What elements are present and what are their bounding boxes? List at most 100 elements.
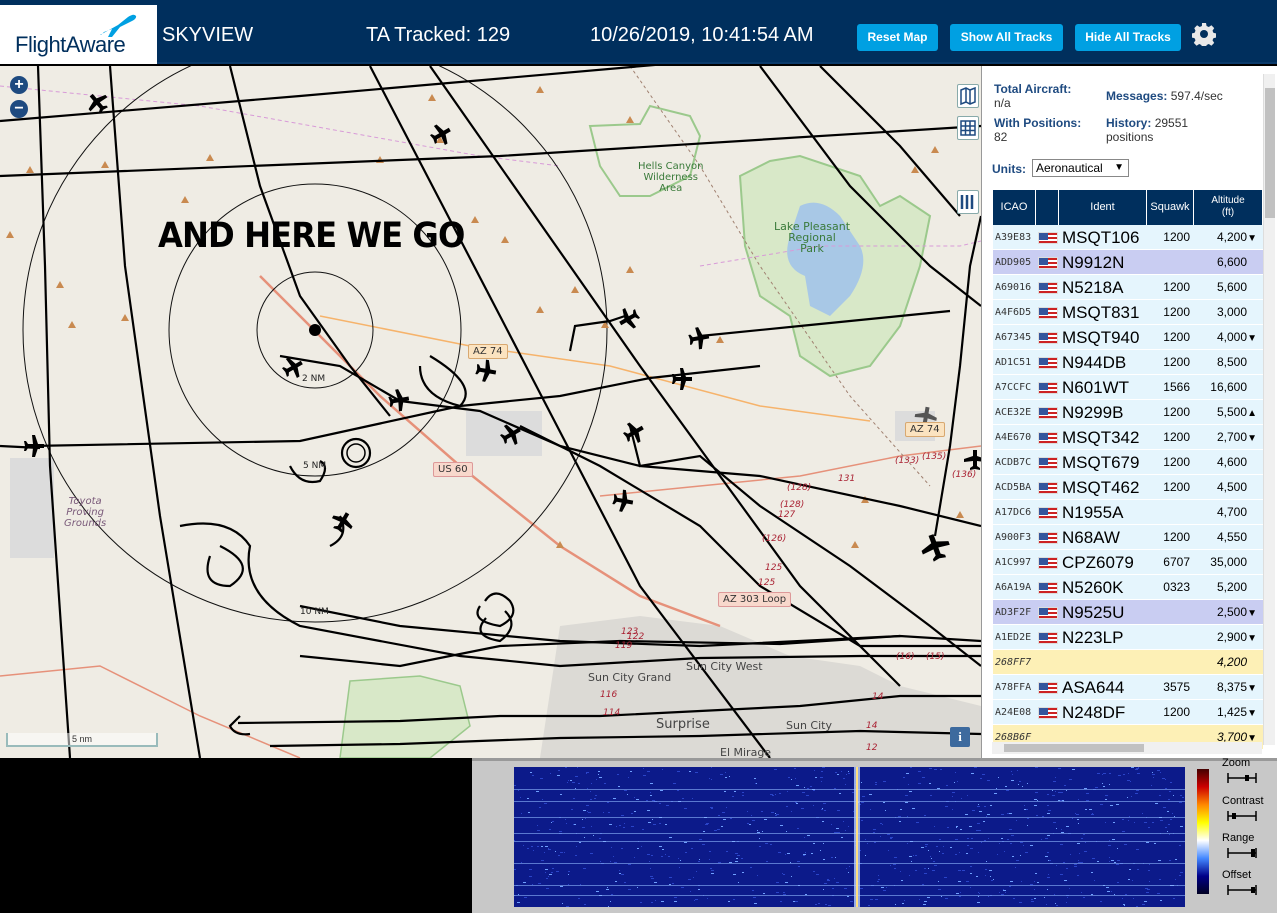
ident-cell: N9299B (1062, 403, 1124, 422)
table-row[interactable]: A1C997 CPZ6079 6707 35,000 (993, 550, 1263, 575)
squawk-cell: 1200 (1163, 530, 1190, 544)
ident-cell: N944DB (1062, 353, 1127, 372)
scroll-thumb[interactable] (1265, 88, 1275, 218)
table-row[interactable]: A1ED2E N223LP 2,900▼ (993, 625, 1263, 650)
units-select[interactable]: Aeronautical ▼ (1032, 159, 1129, 177)
squawk-cell: 1200 (1163, 430, 1190, 444)
table-row[interactable]: A78FFA ASA644 3575 8,375▼ (993, 675, 1263, 700)
squawk-cell: 1200 (1163, 705, 1190, 719)
table-row[interactable]: A67345 MSQT940 1200 4,000▼ (993, 325, 1263, 350)
table-row[interactable]: ACDB7C MSQT679 1200 4,600 (993, 450, 1263, 475)
us-flag-icon (1038, 457, 1058, 469)
table-row[interactable]: A24E08 N248DF 1200 1,425▼ (993, 700, 1263, 725)
map-layers-button[interactable] (957, 84, 979, 108)
table-row[interactable]: A7CCFC N601WT 1566 16,600 (993, 375, 1263, 400)
shield-az74: AZ 74 (468, 344, 508, 359)
ident-cell: N223LP (1062, 628, 1124, 647)
sdr-spectrum-panel: Zoom Contrast Range Offset (472, 757, 1277, 913)
squawk-cell: 1200 (1163, 280, 1190, 294)
table-row[interactable]: AD1C51 N944DB 1200 8,500 (993, 350, 1263, 375)
altitude-trend-icon: ▼ (1247, 708, 1257, 719)
icao-cell: A24E08 (995, 707, 1032, 718)
squawk-cell: 1200 (1163, 355, 1190, 369)
us-flag-icon (1038, 257, 1058, 269)
squawk-cell (1150, 250, 1190, 275)
col-flag[interactable] (1036, 190, 1059, 225)
contrast-label: Contrast (1222, 795, 1264, 807)
info-button[interactable]: i (950, 727, 970, 747)
grid-toggle-button[interactable] (957, 116, 979, 140)
table-row[interactable]: A900F3 N68AW 1200 4,550 (993, 525, 1263, 550)
reset-map-button[interactable]: Reset Map (857, 24, 938, 51)
range-slider[interactable] (1227, 848, 1257, 858)
altitude-trend-icon: ▼ (1247, 633, 1257, 644)
altitude-cell: 4,600 (1216, 455, 1247, 469)
dropdown-arrow-icon: ▼ (1114, 162, 1124, 173)
col-icao[interactable]: ICAO (993, 190, 1036, 225)
us-flag-icon (1038, 407, 1058, 419)
altitude-cell: 2,500▼ (1191, 600, 1257, 625)
gear-icon[interactable] (1192, 22, 1216, 46)
zoom-in-button[interactable]: + (10, 76, 28, 94)
stat-label: With Positions: (994, 116, 1082, 130)
icao-cell: A1C997 (995, 557, 1032, 568)
horizontal-scrollbar[interactable] (992, 742, 1262, 754)
stat-history: History: 29551 positions (1106, 116, 1188, 144)
squawk-cell: 3575 (1163, 680, 1190, 694)
squawk-cell (1150, 500, 1190, 525)
table-row[interactable]: AD3F2F N9525U 2,500▼ (993, 600, 1263, 625)
waterfall-display[interactable] (514, 767, 1185, 907)
table-row[interactable]: A6A19A N5260K 0323 5,200 (993, 575, 1263, 600)
map-icon (960, 86, 976, 106)
table-row[interactable]: A4F6D5 MSQT831 1200 3,000 (993, 300, 1263, 325)
map-view[interactable]: AND HERE WE GO Hells Canyon Wilderness A… (0, 66, 981, 758)
color-scale-bar (1197, 769, 1209, 894)
icao-cell: A67345 (995, 332, 1032, 343)
columns-toggle-button[interactable] (957, 190, 979, 214)
squawk-cell: 1200 (1163, 455, 1190, 469)
ident-cell: N9912N (1062, 253, 1125, 272)
exit-number: 125 (765, 563, 783, 573)
us-flag-icon (1038, 332, 1058, 344)
table-row[interactable]: ACE32E N9299B 1200 5,500▲ (993, 400, 1263, 425)
offset-label: Offset (1222, 869, 1252, 881)
stat-with-positions: With Positions: 82 (994, 116, 1081, 144)
range-label: Range (1222, 832, 1255, 844)
table-row[interactable]: A17DC6 N1955A 4,700 (993, 500, 1263, 525)
zoom-slider[interactable] (1227, 773, 1257, 783)
altitude-cell: 5,200 (1216, 580, 1247, 594)
stat-value: 82 (994, 130, 1008, 144)
table-row[interactable]: A4E670 MSQT342 1200 2,700▼ (993, 425, 1263, 450)
stat-messages: Messages: 597.4/sec (1106, 89, 1223, 103)
label-lake-pleasant: Lake Pleasant Regional Park (774, 220, 851, 255)
us-flag-icon (1038, 432, 1058, 444)
vertical-scrollbar[interactable] (1263, 74, 1275, 745)
flightaware-logo[interactable]: FlightAware (0, 5, 157, 64)
col-altitude[interactable]: Altitude (ft) (1194, 190, 1263, 225)
table-row[interactable]: 268FF7 4,200 (993, 650, 1263, 675)
ident-cell: MSQT462 (1062, 478, 1140, 497)
us-flag-icon (1038, 582, 1058, 594)
icao-cell: A7CCFC (995, 382, 1032, 393)
col-squawk[interactable]: Squawk (1147, 190, 1194, 225)
table-row[interactable]: ACD5BA MSQT462 1200 4,500 (993, 475, 1263, 500)
col-ident[interactable]: Ident (1059, 190, 1147, 225)
us-flag-icon (1038, 307, 1058, 319)
tracked-count: TA Tracked: 129 (366, 24, 511, 46)
scroll-thumb[interactable] (1004, 744, 1144, 752)
label-sun-city-west: Sun City West (686, 660, 763, 673)
app-name: SKYVIEW (162, 24, 254, 46)
show-all-tracks-button[interactable]: Show All Tracks (950, 24, 1063, 51)
table-row[interactable]: ADD905 N9912N 6,600 (993, 250, 1263, 275)
stat-unit: positions (1106, 130, 1154, 144)
table-row[interactable]: A39E83 MSQT106 1200 4,200▼ (993, 225, 1263, 250)
zoom-out-button[interactable]: − (10, 100, 28, 118)
table-row[interactable]: A69016 N5218A 1200 5,600 (993, 275, 1263, 300)
contrast-slider[interactable] (1227, 811, 1257, 821)
hide-all-tracks-button[interactable]: Hide All Tracks (1075, 24, 1181, 51)
offset-slider[interactable] (1227, 885, 1257, 895)
overlay-caption: AND HERE WE GO (158, 216, 465, 256)
exit-number: (126) (762, 534, 787, 544)
header-bar: FlightAware SKYVIEW TA Tracked: 129 10/2… (0, 0, 1277, 64)
us-flag-icon (1038, 707, 1058, 719)
